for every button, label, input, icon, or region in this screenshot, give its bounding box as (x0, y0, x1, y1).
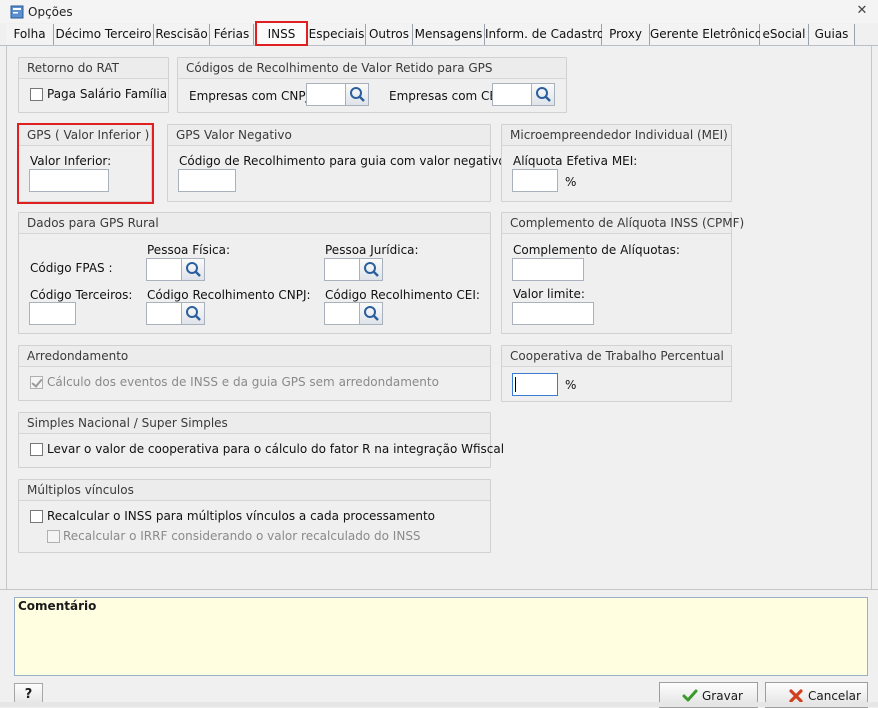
codigo-recolhimento-cnpj-input[interactable] (146, 302, 182, 325)
paga-salario-familia-label: Paga Salário Família (47, 87, 168, 101)
codigo-recolhimento-cei-input[interactable] (324, 302, 360, 325)
search-icon[interactable] (345, 83, 369, 106)
codigo-recolhimento-cei-label: Código Recolhimento CEI: (325, 288, 480, 302)
tab-guias[interactable]: Guias (809, 24, 855, 45)
cooperativa-percentual-input[interactable] (512, 373, 558, 396)
group-simples-nacional: Simples Nacional / Super Simples (18, 412, 491, 468)
comment-title: Comentário (18, 599, 97, 613)
legend: Simples Nacional / Super Simples (19, 413, 490, 434)
legend: Dados para GPS Rural (19, 213, 490, 234)
codigo-negativo-input[interactable] (178, 169, 236, 192)
valor-limite-label: Valor limite: (513, 287, 585, 301)
tab-gerente-eletronico[interactable]: Gerente Eletrônico (650, 24, 762, 45)
recalcular-irrf-checkbox[interactable] (47, 530, 60, 543)
paga-salario-familia-checkbox[interactable] (30, 88, 43, 101)
valor-inferior-label: Valor Inferior: (30, 154, 112, 168)
recalcular-inss-checkbox[interactable] (30, 510, 43, 523)
tab-inform-cadastro[interactable]: Inform. de Cadastro (485, 24, 604, 45)
app-icon (10, 5, 24, 19)
legend: Complemento de Alíquota INSS (CPMF) (502, 213, 744, 234)
sem-arredondamento-label: Cálculo dos eventos de INSS e da guia GP… (47, 375, 439, 389)
search-icon[interactable] (181, 258, 205, 281)
aliquota-mei-label: Alíquota Efetiva MEI: (513, 154, 638, 168)
empresas-cnpj-input[interactable] (306, 83, 346, 106)
group-arredondamento: Arredondamento (18, 345, 491, 401)
title-bar: Opções ✕ (0, 0, 878, 23)
legend: Múltiplos vínculos (19, 480, 490, 501)
percent-label: % (565, 175, 577, 189)
save-label: Gravar (702, 689, 743, 703)
codigo-terceiros-label: Código Terceiros: (30, 288, 133, 302)
cooperativa-fator-r-label: Levar o valor de cooperativa para o cálc… (47, 442, 505, 456)
legend: Arredondamento (19, 346, 490, 367)
legend: Retorno do RAT (19, 58, 168, 79)
tab-rescisao[interactable]: Rescisão (154, 24, 210, 45)
comment-textarea[interactable] (14, 597, 868, 676)
codigo-negativo-label: Código de Recolhimento para guia com val… (179, 154, 510, 168)
tab-outros[interactable]: Outros (366, 24, 413, 45)
empresas-cnpj-label: Empresas com CNPJ: (189, 89, 314, 103)
search-icon[interactable] (531, 83, 555, 106)
tab-folha[interactable]: Folha (6, 24, 54, 45)
recalcular-irrf-label: Recalcular o IRRF considerando o valor r… (63, 529, 421, 543)
pessoa-juridica-label: Pessoa Jurídica: (325, 243, 419, 257)
search-icon[interactable] (359, 258, 383, 281)
codigo-recolhimento-cnpj-label: Código Recolhimento CNPJ: (147, 288, 311, 302)
fpas-pessoa-juridica-input[interactable] (324, 258, 360, 281)
tab-ferias[interactable]: Férias (210, 24, 254, 45)
valor-inferior-input[interactable] (29, 169, 109, 192)
tab-inss[interactable]: INSS (255, 21, 308, 46)
cooperativa-fator-r-checkbox[interactable] (30, 443, 43, 456)
fpas-pessoa-fisica-input[interactable] (146, 258, 182, 281)
search-icon[interactable] (359, 302, 383, 325)
tab-decimo-terceiro[interactable]: Décimo Terceiro (54, 24, 154, 45)
sem-arredondamento-checkbox[interactable] (30, 376, 43, 389)
bottom-strip (0, 702, 878, 707)
legend: Códigos de Recolhimento de Valor Retido … (178, 58, 566, 79)
cancel-label: Cancelar (808, 689, 861, 703)
aliquota-mei-input[interactable] (512, 169, 558, 192)
tab-mensagens[interactable]: Mensagens (413, 24, 485, 45)
complemento-aliquotas-label: Complemento de Alíquotas: (513, 243, 680, 257)
empresas-cei-input[interactable] (492, 83, 532, 106)
codigo-terceiros-input[interactable] (29, 302, 76, 325)
search-icon[interactable] (181, 302, 205, 325)
legend: Microempreendedor Individual (MEI) (502, 125, 731, 146)
recalcular-inss-label: Recalcular o INSS para múltiplos vínculo… (47, 509, 436, 523)
pessoa-fisica-label: Pessoa Física: (147, 243, 231, 257)
legend: Cooperativa de Trabalho Percentual (502, 346, 731, 367)
tab-especiais[interactable]: Especiais (308, 24, 366, 45)
tab-proxy[interactable]: Proxy (602, 24, 650, 45)
complemento-aliquotas-input[interactable] (512, 258, 584, 281)
legend: GPS Valor Negativo (168, 125, 490, 146)
separator (0, 589, 878, 590)
close-icon[interactable]: ✕ (854, 3, 870, 19)
tab-esocial[interactable]: eSocial (760, 24, 809, 45)
valor-limite-input[interactable] (512, 302, 594, 325)
empresas-cei-label: Empresas com CEI: (389, 89, 505, 103)
window-title: Opções (28, 5, 73, 19)
percent-label: % (565, 378, 577, 392)
group-retorno-rat: Retorno do RAT (18, 57, 169, 113)
codigo-fpas-label: Código FPAS : (30, 261, 113, 275)
